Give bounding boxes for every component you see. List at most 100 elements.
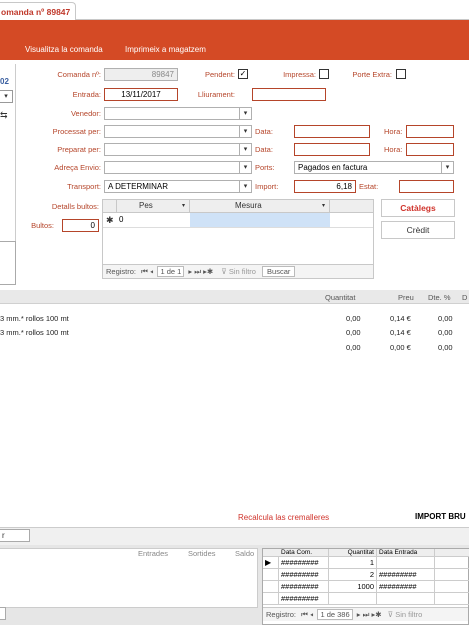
new-record-icon[interactable]: ▸✱ bbox=[203, 267, 213, 276]
hdr-quantitat: Quantitat bbox=[329, 549, 377, 557]
data-com-cell[interactable]: ######### bbox=[279, 557, 329, 569]
record-position[interactable]: 1 de 386 bbox=[317, 609, 353, 620]
tab-comanda[interactable]: omanda nº 89847 bbox=[0, 2, 76, 20]
data-com-cell[interactable]: ######### bbox=[279, 581, 329, 593]
preparat-combo[interactable]: ▾ bbox=[104, 143, 252, 156]
impressa-label: Impressa: bbox=[283, 70, 316, 79]
line-price[interactable]: 0,14 € bbox=[390, 328, 411, 337]
subgrid-new-row[interactable]: ✱ 0 bbox=[103, 213, 373, 228]
lower-grid: Data Com. Quantitat Data Entrada ▶ #####… bbox=[262, 548, 469, 625]
lliurament-date-field[interactable] bbox=[252, 88, 326, 101]
recalc-link[interactable]: Recalcula las cremalleres bbox=[238, 513, 329, 522]
prev-record-icon[interactable]: ◂ bbox=[150, 267, 153, 276]
hdr-entrades: Entrades bbox=[138, 549, 169, 558]
search-input[interactable]: Buscar bbox=[262, 266, 296, 277]
line-dte[interactable]: 0,00 bbox=[438, 328, 453, 337]
processat-data-field[interactable] bbox=[294, 125, 370, 138]
ports-value: Pagados en factura bbox=[298, 163, 368, 172]
pendent-checkbox[interactable]: ✓ bbox=[238, 69, 248, 79]
lower-grid-header: Data Com. Quantitat Data Entrada bbox=[263, 549, 469, 557]
chevron-down-icon[interactable]: ▾ bbox=[239, 108, 251, 119]
subgrid-col-mesura[interactable]: Mesura ▾ bbox=[190, 200, 330, 213]
estat-field[interactable] bbox=[399, 180, 454, 193]
line-dte[interactable]: 0,00 bbox=[438, 343, 453, 352]
row-selector[interactable] bbox=[263, 569, 279, 581]
view-order-link[interactable]: Visualitza la comanda bbox=[25, 45, 103, 54]
line-desc[interactable]: 3 mm.* rollos 100 mt bbox=[0, 328, 69, 337]
import-label: Import: bbox=[255, 182, 279, 191]
bultos-label: Bultos: bbox=[31, 221, 54, 230]
new-record-icon[interactable]: ▸✱ bbox=[371, 610, 381, 619]
sort-icon: ▾ bbox=[321, 203, 325, 209]
data-com-cell[interactable]: ######### bbox=[279, 569, 329, 581]
line-price[interactable]: 0,14 € bbox=[390, 314, 411, 323]
filter-status[interactable]: Sin filtro bbox=[229, 267, 256, 276]
line-desc[interactable]: 3 mm.* rollos 100 mt bbox=[0, 314, 69, 323]
preparat-data-field[interactable] bbox=[294, 143, 370, 156]
chevron-down-icon[interactable]: ▾ bbox=[239, 181, 251, 192]
data-com-cell[interactable]: ######### bbox=[279, 593, 329, 605]
chevron-down-icon[interactable]: ▾ bbox=[239, 126, 251, 137]
qty-cell[interactable]: 1 bbox=[329, 557, 377, 569]
catalegs-button[interactable]: Catàlegs bbox=[381, 199, 455, 217]
processat-combo[interactable]: ▾ bbox=[104, 125, 252, 138]
last-record-icon[interactable]: ⏭ bbox=[194, 267, 201, 276]
filter-status[interactable]: Sin filtro bbox=[395, 610, 422, 619]
ports-combo[interactable]: Pagados en factura ▾ bbox=[294, 161, 454, 174]
lower-left-field[interactable] bbox=[0, 607, 6, 620]
qty-cell[interactable] bbox=[329, 593, 377, 605]
lower-grid-row[interactable]: ▶ ######### 1 bbox=[263, 557, 469, 569]
data-entrada-cell[interactable] bbox=[377, 557, 435, 569]
import-field[interactable]: 6,18 bbox=[294, 180, 356, 193]
transport-combo[interactable]: A DETERMINAR ▾ bbox=[104, 180, 252, 193]
lower-grid-row[interactable]: ######### 1000 ######### bbox=[263, 581, 469, 593]
new-row-icon: ✱ bbox=[106, 215, 114, 225]
record-position[interactable]: 1 de 1 bbox=[157, 266, 185, 277]
hdr-sortides: Sortides bbox=[188, 549, 216, 558]
data-entrada-cell[interactable]: ######### bbox=[377, 569, 435, 581]
chevron-down-icon[interactable]: ▾ bbox=[239, 162, 251, 173]
col-dte: Dte. % bbox=[428, 293, 451, 302]
line-qty[interactable]: 0,00 bbox=[346, 314, 361, 323]
entrada-date-field[interactable]: 13/11/2017 bbox=[104, 88, 178, 101]
qty-cell[interactable]: 1000 bbox=[329, 581, 377, 593]
row-selector[interactable] bbox=[263, 593, 279, 605]
mesura-cell[interactable] bbox=[190, 213, 330, 227]
next-record-icon[interactable]: ▸ bbox=[188, 267, 192, 276]
lower-grid-row[interactable]: ######### bbox=[263, 593, 469, 605]
lower-grid-row[interactable]: ######### 2 ######### bbox=[263, 569, 469, 581]
line-price[interactable]: 0,00 € bbox=[390, 343, 411, 352]
porte-extra-checkbox[interactable] bbox=[396, 69, 406, 79]
venedor-combo[interactable]: ▾ bbox=[104, 107, 252, 120]
print-warehouse-link[interactable]: Imprimeix a magatzem bbox=[125, 45, 206, 54]
line-qty[interactable]: 0,00 bbox=[346, 328, 361, 337]
bottom-strip-field[interactable]: r bbox=[0, 529, 30, 542]
processat-hora-label: Hora: bbox=[384, 127, 403, 136]
preparat-hora-field[interactable] bbox=[406, 143, 454, 156]
next-record-icon[interactable]: ▸ bbox=[357, 610, 361, 619]
credit-button[interactable]: Crèdit bbox=[381, 221, 455, 239]
data-entrada-cell[interactable]: ######### bbox=[377, 581, 435, 593]
col-d: D bbox=[462, 293, 468, 302]
comanda-number-field: 89847 bbox=[104, 68, 178, 81]
data-entrada-cell[interactable] bbox=[377, 593, 435, 605]
impressa-checkbox[interactable] bbox=[319, 69, 329, 79]
row-selector[interactable] bbox=[263, 581, 279, 593]
processat-hora-field[interactable] bbox=[406, 125, 454, 138]
prev-record-icon[interactable]: ◂ bbox=[310, 610, 313, 619]
pes-cell[interactable]: 0 bbox=[119, 215, 123, 224]
subgrid-col-pes[interactable]: Pes ▾ bbox=[117, 200, 190, 213]
chevron-down-icon[interactable]: ▾ bbox=[239, 144, 251, 155]
qty-cell[interactable]: 2 bbox=[329, 569, 377, 581]
chevron-down-icon[interactable]: ▾ bbox=[441, 162, 453, 173]
bultos-field[interactable]: 0 bbox=[62, 219, 99, 232]
adreca-combo[interactable]: ▾ bbox=[104, 161, 252, 174]
line-qty[interactable]: 0,00 bbox=[346, 343, 361, 352]
lower-grid-nav: Registro: ⏮ ◂ 1 de 386 ▸ ⏭ ▸✱ ⊽ Sin filt… bbox=[263, 607, 468, 621]
detalls-bultos-label: Detalls bultos: bbox=[51, 202, 99, 211]
last-record-icon[interactable]: ⏭ bbox=[363, 610, 370, 619]
first-record-icon[interactable]: ⏮ bbox=[301, 610, 308, 619]
line-dte[interactable]: 0,00 bbox=[438, 314, 453, 323]
ports-label: Ports: bbox=[255, 163, 275, 172]
first-record-icon[interactable]: ⏮ bbox=[141, 267, 148, 276]
